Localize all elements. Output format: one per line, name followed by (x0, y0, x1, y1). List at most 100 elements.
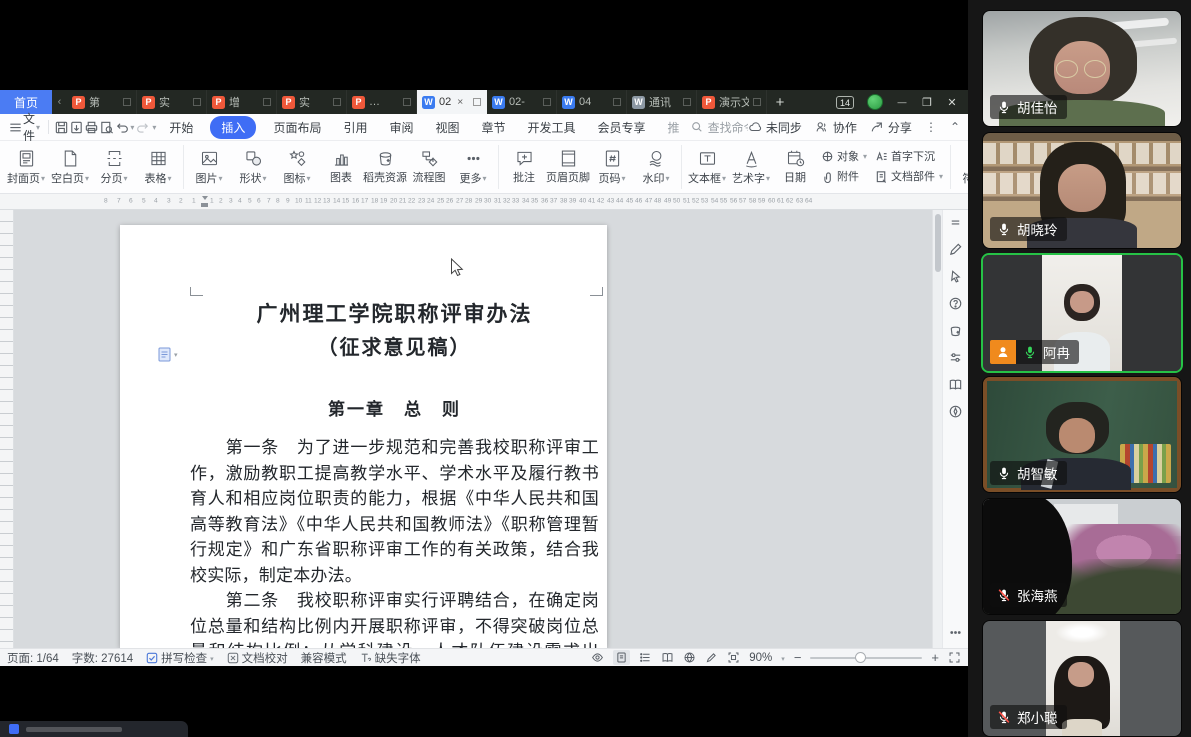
page-view-button[interactable] (613, 650, 630, 665)
missing-font[interactable]: 缺失字体 (360, 650, 421, 666)
participant-tile[interactable]: 胡智敏 (982, 376, 1182, 493)
days-badge[interactable]: 14 (836, 96, 854, 109)
participant-tile[interactable]: 胡佳怡 (982, 10, 1182, 127)
symbol-button[interactable]: 符号 (954, 144, 968, 187)
hamburger-icon[interactable] (8, 118, 23, 136)
mic-speaking-icon[interactable] (1023, 345, 1037, 359)
command-search[interactable]: 查找命令、搜索模板 (691, 119, 748, 136)
redo-icon[interactable] (136, 118, 151, 136)
new-tab-button[interactable] (767, 90, 793, 114)
blank-page-button[interactable]: 空白页 (48, 144, 92, 187)
tab-presentation-2[interactable]: 实 (137, 90, 207, 114)
cover-page-button[interactable]: 封面页 (4, 144, 48, 187)
indent-marker[interactable] (201, 196, 208, 207)
collapse-ribbon-icon[interactable] (950, 120, 960, 134)
tab-document-04[interactable]: 04 (557, 90, 627, 114)
attachment-button[interactable]: 附件 (821, 168, 867, 184)
icons-button[interactable]: 图标 (275, 144, 319, 187)
spell-check-toggle[interactable]: 拼写检查 (146, 650, 214, 666)
document-canvas[interactable]: ▾ 广州理工学院职称评审办法 （征求意见稿） 第一章 总 则 第一条 为了进一步… (14, 210, 932, 648)
save-icon[interactable] (54, 118, 69, 136)
menu-insert-active[interactable]: 插入 (210, 116, 256, 139)
revision-flag-icon[interactable]: ▾ (158, 347, 178, 362)
zoom-caret-icon[interactable] (781, 652, 785, 664)
more-insert-button[interactable]: 更多 (451, 144, 495, 187)
document-scrollbar[interactable] (932, 210, 942, 648)
menu-page-layout[interactable]: 页面布局 (268, 117, 326, 138)
horizontal-ruler[interactable]: 8765432112345678910111213141516171819202… (0, 194, 968, 210)
page-number-button[interactable]: 页码 (590, 144, 634, 187)
select-cursor-icon[interactable] (948, 269, 963, 284)
undo-caret-icon[interactable] (130, 123, 134, 132)
mic-on-icon[interactable] (997, 466, 1011, 480)
menu-references[interactable]: 引用 (338, 117, 372, 138)
more-options-icon[interactable] (925, 120, 937, 134)
print-icon[interactable] (84, 118, 99, 136)
document-page[interactable]: ▾ 广州理工学院职称评审办法 （征求意见稿） 第一章 总 则 第一条 为了进一步… (120, 225, 607, 648)
mic-muted-icon[interactable] (997, 588, 1011, 602)
file-menu[interactable]: 文件 (23, 110, 35, 144)
zoom-out-button[interactable] (794, 650, 802, 665)
book-view-icon[interactable] (661, 651, 674, 664)
share-button[interactable]: 分享 (870, 119, 912, 136)
help-icon[interactable] (948, 296, 963, 311)
print-preview-icon[interactable] (99, 118, 114, 136)
tab-document-02-active[interactable]: 02 (417, 90, 487, 114)
toolbar-overflow-caret-icon[interactable] (152, 123, 156, 132)
account-avatar[interactable] (867, 94, 883, 110)
docer-assistant-icon[interactable] (948, 323, 963, 338)
tab-scroll-left-icon[interactable] (52, 90, 67, 114)
export-icon[interactable] (69, 118, 84, 136)
toolbar-more-icon[interactable] (948, 625, 963, 640)
read-mode-icon[interactable] (948, 377, 963, 392)
page-indicator[interactable]: 页面: 1/64 (7, 650, 59, 666)
tab-presentation-6[interactable]: 演示文 (697, 90, 767, 114)
text-box-button[interactable]: 文本框 (685, 144, 729, 187)
navigation-icon[interactable] (948, 404, 963, 419)
tab-presentation-3[interactable]: 增 (207, 90, 277, 114)
collaborate-button[interactable]: 协作 (815, 119, 857, 136)
picture-button[interactable]: 图片 (187, 144, 231, 187)
menu-review[interactable]: 审阅 (384, 117, 418, 138)
eye-protect-icon[interactable] (591, 651, 604, 664)
notification-toast[interactable] (0, 721, 188, 737)
watermark-button[interactable]: 水印 (634, 144, 678, 187)
panel-handle-icon[interactable] (948, 215, 963, 230)
menu-member[interactable]: 会员专享 (593, 117, 651, 138)
tab-close-icon[interactable] (455, 97, 465, 107)
docer-resources-button[interactable]: 稻壳资源 (363, 144, 407, 186)
minimize-button[interactable] (896, 96, 908, 108)
zoom-slider[interactable] (810, 657, 922, 659)
sync-status[interactable]: 未同步 (748, 119, 802, 136)
scrollbar-thumb[interactable] (935, 214, 941, 272)
vertical-ruler[interactable] (0, 210, 14, 648)
settings-slider-icon[interactable] (948, 350, 963, 365)
header-footer-button[interactable]: 页眉页脚 (546, 144, 590, 186)
date-button[interactable]: 日期 (773, 144, 817, 186)
chart-button[interactable]: 图表 (319, 144, 363, 186)
zoom-value[interactable]: 90% (749, 652, 772, 664)
object-button[interactable]: 对象 (821, 148, 867, 164)
mic-on-icon[interactable] (997, 222, 1011, 236)
table-button[interactable]: 表格 (136, 144, 180, 187)
document-parts-button[interactable]: 文档部件 (875, 168, 943, 184)
undo-icon[interactable] (114, 118, 129, 136)
fit-page-icon[interactable] (727, 651, 740, 664)
participant-tile[interactable]: 胡晓玲 (982, 132, 1182, 249)
outline-view-icon[interactable] (639, 651, 652, 664)
word-count[interactable]: 字数: 27614 (72, 650, 133, 666)
maximize-button[interactable] (921, 96, 933, 109)
close-button[interactable] (946, 96, 958, 109)
menu-home[interactable]: 开始 (164, 117, 198, 138)
shapes-button[interactable]: 形状 (231, 144, 275, 187)
zoom-in-button[interactable] (931, 650, 939, 665)
menu-recommend[interactable]: 推 (663, 117, 685, 138)
mic-muted-icon[interactable] (997, 710, 1011, 724)
tab-presentation-1[interactable]: 第 (67, 90, 137, 114)
menu-section[interactable]: 章节 (477, 117, 511, 138)
zoom-slider-handle[interactable] (855, 652, 866, 663)
web-view-icon[interactable] (683, 651, 696, 664)
participant-tile[interactable]: 张海燕 (982, 498, 1182, 615)
flowchart-button[interactable]: 流程图 (407, 144, 451, 186)
page-break-button[interactable]: 分页 (92, 144, 136, 187)
